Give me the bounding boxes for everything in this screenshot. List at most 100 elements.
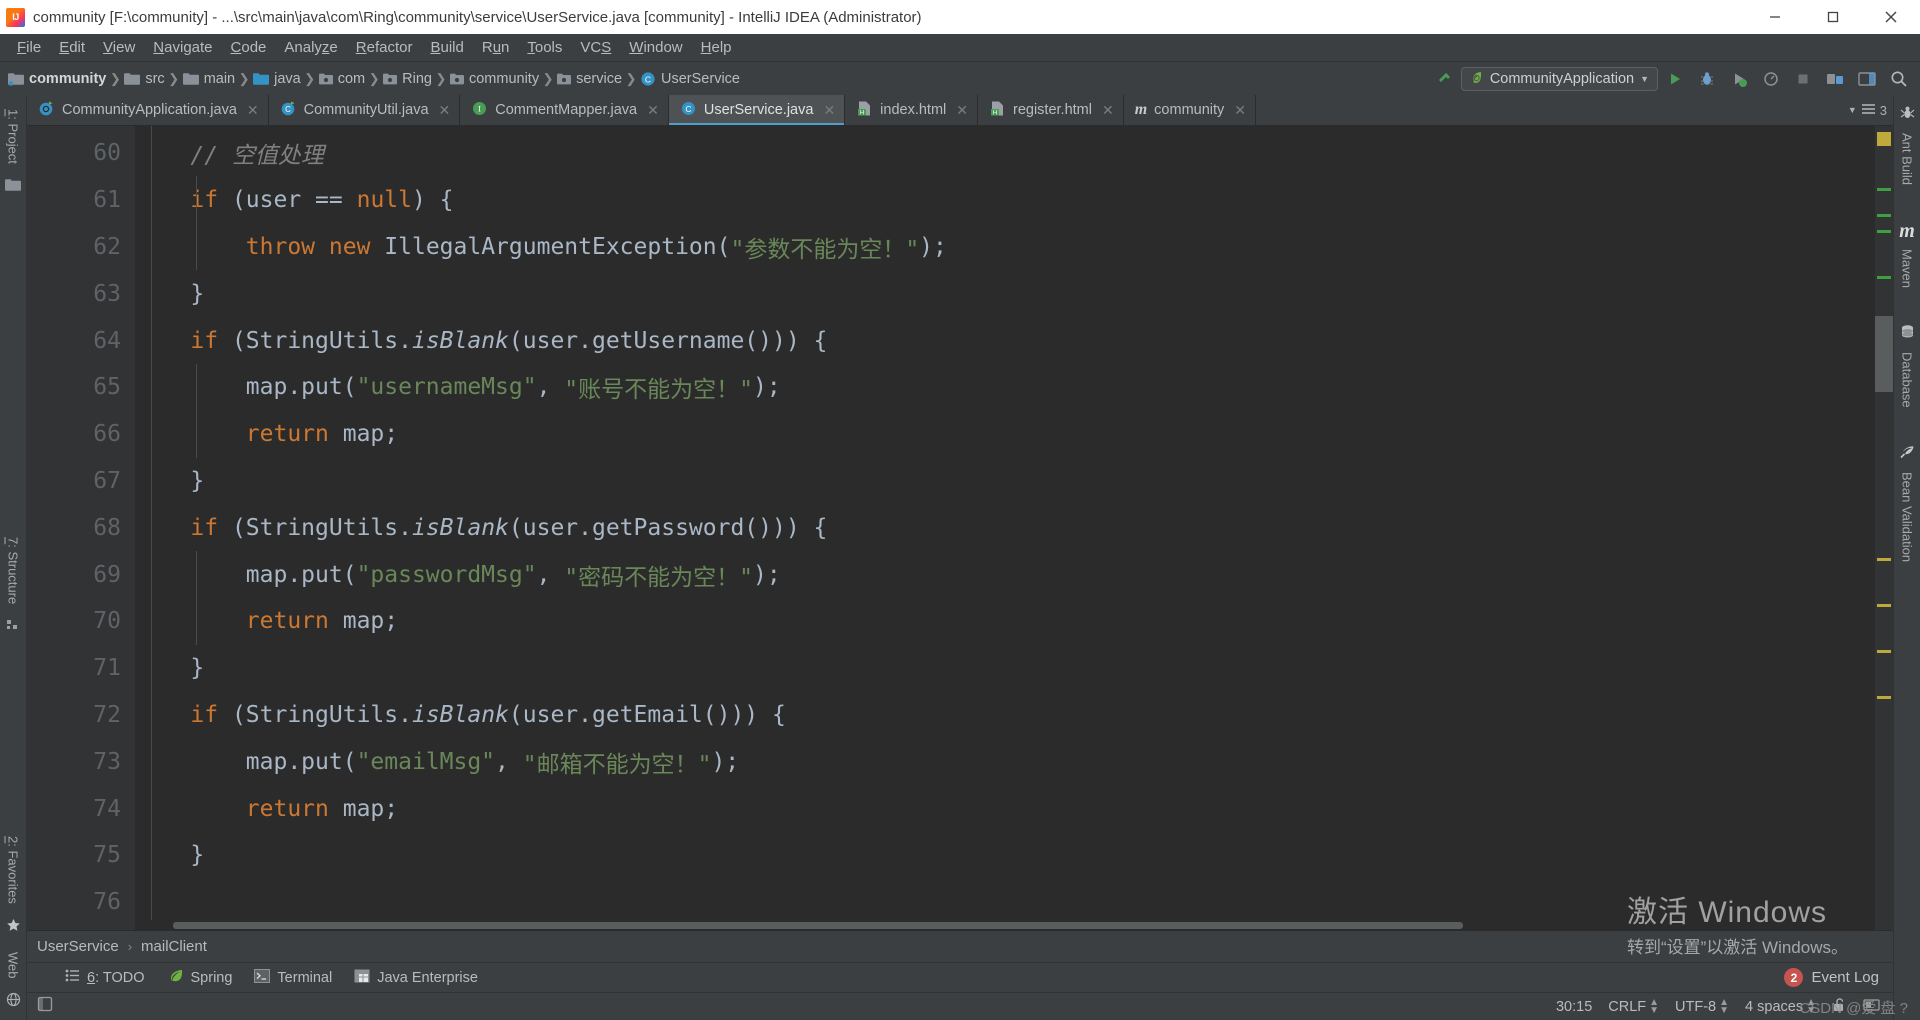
code-line[interactable]: return map; [135, 598, 1875, 645]
tab-communityapplication-java[interactable]: CommunityApplication.java ✕ [27, 95, 269, 125]
breadcrumb-service[interactable]: service [557, 71, 622, 87]
sidebar-item-bean-validation[interactable]: Bean Validation [1900, 464, 1915, 570]
project-folder-icon[interactable] [5, 178, 21, 197]
indent-selector[interactable]: 4 spaces ▲ ▼ [1745, 997, 1816, 1015]
sidebar-item-database[interactable]: Database [1900, 344, 1915, 416]
close-button[interactable] [1862, 0, 1920, 34]
close-icon[interactable]: ✕ [1102, 102, 1114, 119]
memory-indicator-icon[interactable] [1863, 997, 1881, 1017]
close-icon[interactable]: ✕ [439, 102, 451, 119]
stop-icon[interactable] [1788, 66, 1818, 92]
menu-code[interactable]: Code [222, 37, 276, 58]
scrollbar-thumb[interactable] [173, 922, 1463, 929]
code-content[interactable]: // 空值处理 if (user == null) { throw new Il… [135, 126, 1875, 930]
tab-community-maven[interactable]: m community ✕ [1123, 95, 1257, 125]
code-line[interactable]: if (StringUtils. isBlank (user.getEmail())… [135, 692, 1875, 739]
error-stripe-marker[interactable] [1877, 696, 1891, 699]
code-line[interactable]: map.put("passwordMsg", "密码不能为空！"); [135, 551, 1875, 598]
menu-window[interactable]: Window [620, 37, 691, 58]
favorites-star-icon[interactable] [6, 918, 21, 938]
error-stripe-bar[interactable] [1875, 126, 1893, 930]
code-line[interactable]: // 空值处理 [135, 130, 1875, 177]
line-number[interactable]: 76 [27, 879, 135, 926]
code-line[interactable]: return map; [135, 411, 1875, 458]
close-icon[interactable]: ✕ [247, 102, 259, 119]
sidebar-item-project[interactable]: 1: Project [6, 101, 21, 172]
code-line[interactable]: map.put("usernameMsg", "账号不能为空！"); [135, 364, 1875, 411]
update-project-icon[interactable] [1820, 66, 1850, 92]
encoding-selector[interactable]: UTF-8 ▲ ▼ [1675, 997, 1729, 1015]
database-icon[interactable] [1900, 324, 1915, 344]
error-stripe-marker[interactable] [1877, 230, 1891, 233]
event-log-label[interactable]: Event Log [1811, 969, 1879, 986]
sidebar-item-maven[interactable]: Maven [1900, 241, 1915, 296]
code-line[interactable]: } [135, 458, 1875, 505]
code-line[interactable]: return map; [135, 785, 1875, 832]
error-stripe-marker[interactable] [1877, 276, 1891, 279]
breadcrumb-java[interactable]: java [253, 71, 301, 87]
close-icon[interactable]: ✕ [823, 102, 835, 119]
line-number[interactable]: 60 [27, 130, 135, 177]
run-icon[interactable] [1660, 66, 1690, 92]
line-number[interactable]: 72 [27, 692, 171, 739]
menu-tools[interactable]: Tools [518, 37, 571, 58]
breadcrumb-member-name[interactable]: mailClient [141, 938, 207, 955]
line-number[interactable]: 61 [27, 177, 171, 224]
sidebar-item-ant-build[interactable]: Ant Build [1900, 125, 1915, 193]
breadcrumb-community-module[interactable]: community [8, 71, 106, 87]
build-hammer-icon[interactable] [1429, 66, 1459, 92]
breadcrumb-ring[interactable]: Ring [383, 71, 432, 87]
ant-icon[interactable] [1900, 105, 1915, 125]
breadcrumb-src[interactable]: src [124, 71, 165, 87]
line-number[interactable]: 74 [27, 785, 135, 832]
line-number[interactable]: 64 [27, 317, 171, 364]
code-editor[interactable]: 60 61 62 63 64 65 66 67 68 69 70 71 72 73 74 75 76 // 空值… [27, 126, 1893, 930]
error-stripe-marker[interactable] [1877, 188, 1891, 191]
breadcrumb-community-package[interactable]: community [449, 71, 539, 87]
editor-gutter[interactable]: 60 61 62 63 64 65 66 67 68 69 70 71 72 73 74 75 76 [27, 126, 171, 930]
structure-icon[interactable] [6, 618, 20, 637]
menu-navigate[interactable]: Navigate [144, 37, 221, 58]
line-number[interactable]: 66 [27, 411, 135, 458]
close-icon[interactable]: ✕ [956, 102, 968, 119]
menu-analyze[interactable]: Analyze [275, 37, 346, 58]
tool-window-spring[interactable]: Spring [167, 968, 232, 987]
toggle-tool-window-bars-icon[interactable] [37, 996, 55, 1017]
maven-m-icon[interactable]: m [1899, 221, 1915, 241]
line-number[interactable]: 65 [27, 364, 135, 411]
code-line[interactable]: } [135, 645, 1875, 692]
menu-view[interactable]: View [94, 37, 144, 58]
sidebar-item-favorites[interactable]: 2: Favorites [6, 828, 21, 912]
breadcrumb-main[interactable]: main [182, 71, 235, 87]
tool-window-terminal[interactable]: Terminal [254, 968, 332, 987]
line-number[interactable]: 73 [27, 738, 135, 785]
tab-commentmapper-java[interactable]: I CommentMapper.java ✕ [460, 95, 669, 125]
caret-position[interactable]: 30:15 [1556, 999, 1592, 1015]
sidebar-item-web[interactable]: Web [6, 944, 21, 987]
run-configuration-selector[interactable]: CommunityApplication ▼ [1460, 66, 1658, 91]
line-number[interactable]: 67 [27, 458, 171, 505]
line-number[interactable]: 69 [27, 551, 135, 598]
line-number[interactable]: 63 [27, 270, 171, 317]
profiler-icon[interactable] [1756, 66, 1786, 92]
code-line[interactable]: } [135, 832, 1875, 879]
breadcrumb-com[interactable]: com [318, 71, 365, 87]
unlocked-padlock-icon[interactable] [1832, 997, 1847, 1017]
vertical-scrollbar-thumb[interactable] [1875, 316, 1893, 392]
menu-build[interactable]: Build [421, 37, 472, 58]
error-stripe-marker[interactable] [1877, 214, 1891, 217]
code-line[interactable] [135, 879, 1875, 926]
error-stripe-marker[interactable] [1877, 558, 1891, 561]
bean-validation-icon[interactable] [1899, 444, 1915, 464]
code-line[interactable]: throw new IllegalArgumentException("参数不能… [135, 224, 1875, 271]
tool-window-java-enterprise[interactable]: Java Enterprise [354, 969, 478, 987]
debug-icon[interactable] [1692, 66, 1722, 92]
chevron-down-icon[interactable]: ▼ [1848, 105, 1857, 115]
inspection-status-box[interactable] [1877, 132, 1891, 146]
menu-run[interactable]: Run [473, 37, 519, 58]
line-number[interactable]: 75 [27, 832, 171, 879]
code-line[interactable]: if (StringUtils. isBlank (user.getPassword… [135, 504, 1875, 551]
code-line[interactable]: if (StringUtils. isBlank (user.getUsername… [135, 317, 1875, 364]
tab-list-icon[interactable] [1861, 103, 1876, 118]
line-number[interactable]: 68 [27, 504, 171, 551]
